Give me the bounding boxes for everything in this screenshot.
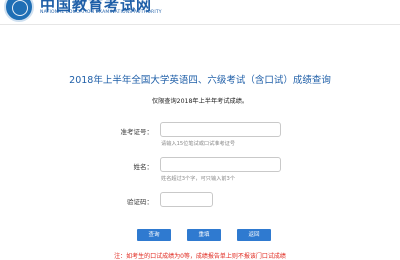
query-button[interactable]: 查询 xyxy=(137,229,171,241)
admission-number-input[interactable] xyxy=(160,122,281,137)
back-button[interactable]: 返回 xyxy=(237,229,271,241)
admission-number-label: 准考证号： xyxy=(120,128,154,136)
header-divider xyxy=(0,24,400,25)
name-label: 姓名： xyxy=(133,163,154,171)
logo-seal-icon xyxy=(4,0,34,22)
admission-number-hint: 请输入15位笔试或口试准考证号 xyxy=(161,141,236,147)
captcha-label: 验证码： xyxy=(127,198,153,206)
site-logo-subtitle: NATIONAL EDUCATION EXAMINATIONS AUTHORIT… xyxy=(40,10,162,15)
footer-note: 注：如考生的口试成绩为0等，成绩报告单上则不报该门口试成绩 xyxy=(114,253,286,260)
name-hint: 姓名超过3个字，可只输入前3个 xyxy=(161,176,236,182)
captcha-input[interactable] xyxy=(160,192,213,207)
reset-button[interactable]: 重填 xyxy=(187,229,221,241)
query-notice: 仅限查询2018年上半年考试成绩。 xyxy=(151,98,249,105)
site-header: 中国教育考试网 NATIONAL EDUCATION EXAMINATIONS … xyxy=(0,0,400,22)
page-title: 2018年上半年全国大学英语四、六级考试（含口试）成绩查询 xyxy=(69,75,331,86)
name-input[interactable] xyxy=(160,157,281,172)
